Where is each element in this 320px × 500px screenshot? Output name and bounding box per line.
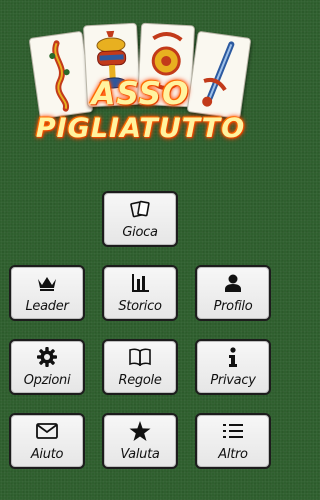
more-button[interactable]: Altro xyxy=(195,413,271,469)
rate-label: Valuta xyxy=(120,447,160,462)
privacy-label: Privacy xyxy=(210,373,256,388)
more-label: Altro xyxy=(218,447,248,462)
help-button[interactable]: Aiuto xyxy=(9,413,85,469)
game-logo: ASSO PIGLIATUTTO xyxy=(0,0,281,160)
options-button[interactable]: Opzioni xyxy=(9,339,85,395)
rate-button[interactable]: Valuta xyxy=(102,413,178,469)
crown-icon xyxy=(36,272,58,294)
profile-label: Profilo xyxy=(213,299,253,314)
book-icon xyxy=(129,346,151,368)
leader-label: Leader xyxy=(25,299,69,314)
info-icon xyxy=(222,346,244,368)
rules-label: Regole xyxy=(118,373,162,388)
rules-button[interactable]: Regole xyxy=(102,339,178,395)
list-icon xyxy=(222,420,244,442)
cards-icon xyxy=(129,198,151,220)
logo-title-asso: ASSO xyxy=(91,76,190,112)
options-label: Opzioni xyxy=(23,373,71,388)
star-icon xyxy=(129,420,151,442)
logo-title-pigliatutto: PIGLIATUTTO xyxy=(35,113,246,144)
privacy-button[interactable]: Privacy xyxy=(195,339,271,395)
history-button[interactable]: Storico xyxy=(102,265,178,321)
play-label: Gioca xyxy=(122,225,158,240)
play-button[interactable]: Gioca xyxy=(102,191,178,247)
user-icon xyxy=(222,272,244,294)
gear-icon xyxy=(36,346,58,368)
envelope-icon xyxy=(36,420,58,442)
history-label: Storico xyxy=(118,299,162,314)
help-label: Aiuto xyxy=(30,447,64,462)
profile-button[interactable]: Profilo xyxy=(195,265,271,321)
leader-button[interactable]: Leader xyxy=(9,265,85,321)
bar-chart-icon xyxy=(129,272,151,294)
